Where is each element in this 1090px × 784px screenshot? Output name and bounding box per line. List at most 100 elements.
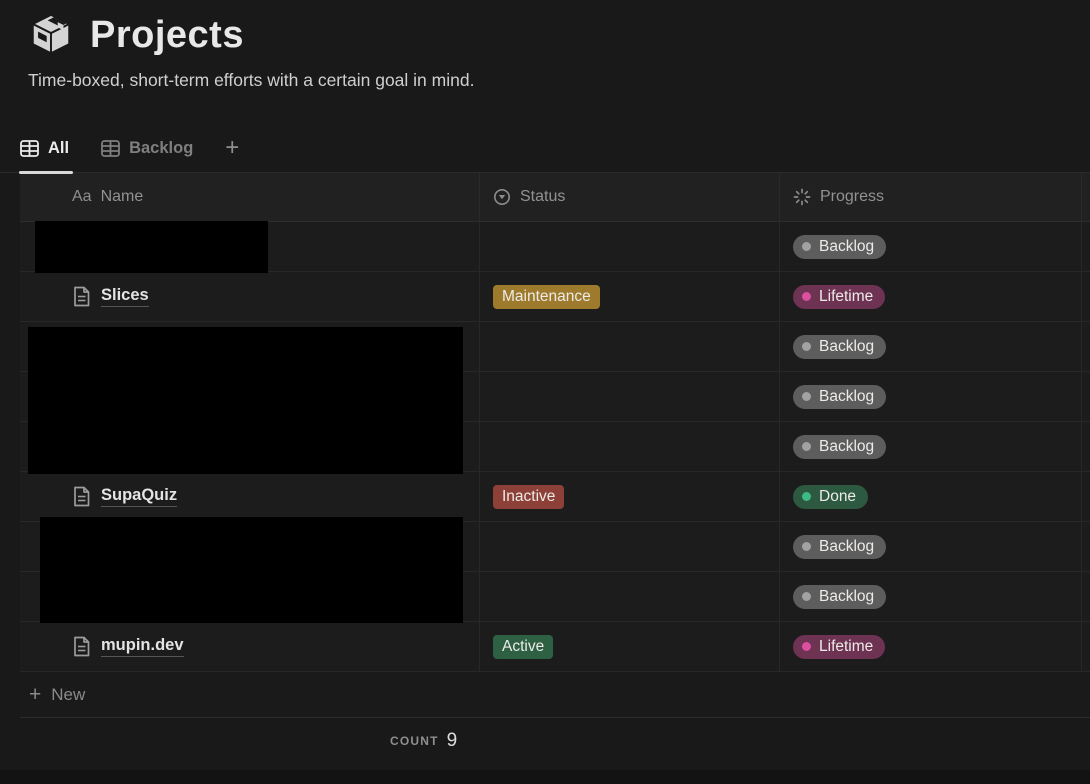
name-cell[interactable]: mupin.dev [20,622,480,672]
tab-all-label: All [48,139,69,158]
count-label: COUNT [390,734,439,748]
row-spacer [1082,472,1090,522]
page-header: Projects Time-boxed, short-term efforts … [0,0,1090,91]
row-spacer [1082,222,1090,272]
progress-cell[interactable]: Done [780,472,1082,522]
title-row: Projects [28,12,1090,58]
status-cell[interactable] [480,372,780,422]
status-dot-icon [802,392,811,401]
tab-backlog-label: Backlog [129,139,193,158]
row-spacer [1082,522,1090,572]
project-name-link[interactable]: mupin.dev [101,636,184,657]
column-name-label: Name [101,188,144,206]
status-cell[interactable]: Active [480,622,780,672]
status-cell[interactable]: Maintenance [480,272,780,322]
tab-backlog[interactable]: Backlog [101,125,193,172]
progress-cell[interactable]: Lifetime [780,272,1082,322]
progress-pill[interactable]: Lifetime [793,635,885,659]
name-cell[interactable]: Slices [20,272,480,322]
progress-pill[interactable]: Backlog [793,385,886,409]
table-row: mupin.dev Active Lifetime [20,622,1090,672]
progress-pill[interactable]: Backlog [793,335,886,359]
column-header-name[interactable]: Aa Name [20,173,480,222]
status-cell[interactable] [480,222,780,272]
select-type-icon [493,188,511,206]
progress-pill[interactable]: Backlog [793,585,886,609]
progress-pill-label: Backlog [819,588,874,606]
view-tabs: All Backlog + [0,125,1090,173]
table-header-spacer [1082,173,1090,222]
status-cell[interactable] [480,422,780,472]
progress-cell[interactable]: Backlog [780,322,1082,372]
redaction-box [28,327,463,474]
plus-icon: + [29,684,41,705]
status-dot-icon [802,642,811,651]
status-dot-icon [802,492,811,501]
progress-pill-label: Done [819,488,856,506]
tab-all[interactable]: All [20,125,69,172]
progress-cell[interactable]: Backlog [780,572,1082,622]
row-spacer [1082,622,1090,672]
status-pill[interactable]: Inactive [493,485,564,509]
row-spacer [1082,422,1090,472]
progress-pill-label: Backlog [819,538,874,556]
page-title: Projects [90,14,244,57]
progress-cell[interactable]: Lifetime [780,622,1082,672]
redaction-box [40,517,463,623]
page-doc-icon [72,286,91,307]
progress-pill[interactable]: Backlog [793,435,886,459]
column-status-label: Status [520,188,565,206]
table-view-icon [20,140,39,157]
status-cell[interactable] [480,522,780,572]
row-spacer [1082,572,1090,622]
progress-pill-label: Lifetime [819,288,873,306]
add-view-button[interactable]: + [225,136,239,160]
status-pill[interactable]: Maintenance [493,285,600,309]
page-description: Time-boxed, short-term efforts with a ce… [28,70,1090,91]
progress-pill-label: Backlog [819,338,874,356]
progress-pill-label: Backlog [819,438,874,456]
redaction-box [35,221,268,273]
column-header-progress[interactable]: Progress [780,173,1082,222]
status-dot-icon [802,442,811,451]
column-header-status[interactable]: Status [480,173,780,222]
progress-pill[interactable]: Lifetime [793,285,885,309]
status-dot-icon [802,342,811,351]
row-spacer [1082,272,1090,322]
status-burst-icon [793,188,811,206]
table-view-icon [101,140,120,157]
progress-pill[interactable]: Backlog [793,235,886,259]
table-row: Slices Maintenance Lifetime [20,272,1090,322]
progress-pill-label: Backlog [819,388,874,406]
status-cell[interactable] [480,322,780,372]
project-name-link[interactable]: Slices [101,286,149,307]
project-name-link[interactable]: SupaQuiz [101,486,177,507]
progress-cell[interactable]: Backlog [780,372,1082,422]
bottom-strip [0,770,1090,784]
name-cell[interactable]: SupaQuiz [20,472,480,522]
page-doc-icon [72,486,91,507]
status-dot-icon [802,292,811,301]
new-row-button[interactable]: + New [20,672,1090,718]
row-spacer [1082,322,1090,372]
status-dot-icon [802,542,811,551]
count-value: 9 [447,730,458,752]
status-cell[interactable]: Inactive [480,472,780,522]
table-header-row: Aa Name Status [20,173,1090,222]
progress-pill[interactable]: Done [793,485,868,509]
text-type-icon: Aa [72,188,92,206]
progress-pill-label: Backlog [819,238,874,256]
row-spacer [1082,372,1090,422]
table-row: SupaQuiz Inactive Done [20,472,1090,522]
count-footer[interactable]: COUNT 9 [20,718,1090,764]
status-dot-icon [802,592,811,601]
progress-cell[interactable]: Backlog [780,222,1082,272]
progress-cell[interactable]: Backlog [780,422,1082,472]
status-pill[interactable]: Active [493,635,553,659]
progress-pill[interactable]: Backlog [793,535,886,559]
progress-cell[interactable]: Backlog [780,522,1082,572]
status-cell[interactable] [480,572,780,622]
new-row-label: New [51,685,85,705]
package-box-icon[interactable] [28,12,74,58]
column-progress-label: Progress [820,188,884,206]
